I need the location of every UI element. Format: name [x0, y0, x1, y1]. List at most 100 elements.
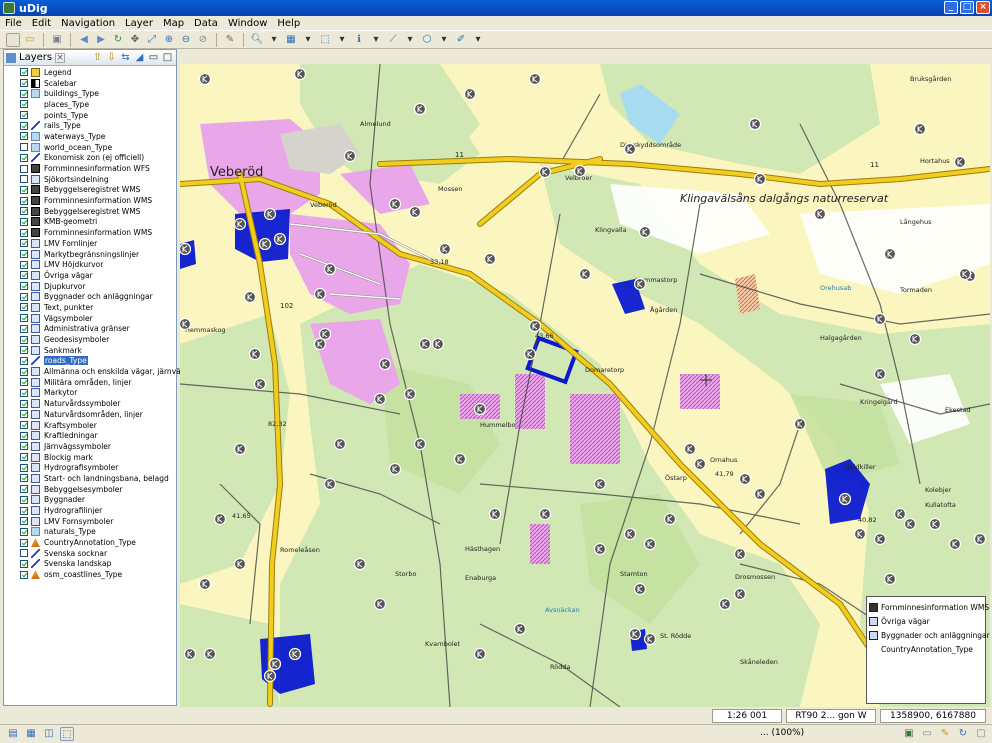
heritage-site-marker-icon[interactable] [408, 205, 422, 219]
heritage-site-marker-icon[interactable] [908, 332, 922, 346]
layer-item[interactable]: Naturvårdsområden, linjer [4, 409, 176, 420]
heritage-site-marker-icon[interactable] [513, 622, 527, 636]
layer-visibility-checkbox[interactable] [20, 474, 28, 483]
heritage-site-marker-icon[interactable] [753, 487, 767, 501]
layer-visibility-checkbox[interactable] [20, 175, 28, 184]
stop-status-icon[interactable]: ▢ [974, 727, 988, 741]
layer-visibility-checkbox[interactable] [20, 132, 28, 141]
heritage-site-marker-icon[interactable] [633, 582, 647, 596]
layer-item[interactable]: Fornminnesinformation WFS [4, 163, 176, 174]
layer-item[interactable]: naturals_Type [4, 527, 176, 538]
heritage-site-marker-icon[interactable] [638, 225, 652, 239]
heritage-site-marker-icon[interactable] [733, 547, 747, 561]
dropdown-arrow-icon[interactable]: ▾ [369, 33, 383, 47]
heritage-site-marker-icon[interactable] [213, 512, 227, 526]
layer-visibility-checkbox[interactable] [20, 335, 28, 344]
layer-item[interactable]: Markytor [4, 388, 176, 399]
layer-visibility-checkbox[interactable] [20, 485, 28, 494]
heritage-site-marker-icon[interactable] [323, 477, 337, 491]
heritage-site-marker-icon[interactable] [288, 647, 302, 661]
layer-visibility-checkbox[interactable] [20, 356, 28, 365]
zoom-in-icon[interactable]: ⊕ [162, 33, 176, 47]
map-icon[interactable]: ▣ [902, 727, 916, 741]
layer-visibility-checkbox[interactable] [20, 239, 28, 248]
layer-item[interactable]: osm_coastlines_Type [4, 569, 176, 580]
layer-item[interactable]: LMV Höjdkurvor [4, 259, 176, 270]
heritage-site-marker-icon[interactable] [538, 507, 552, 521]
heritage-site-marker-icon[interactable] [273, 232, 287, 246]
layer-visibility-checkbox[interactable] [20, 495, 28, 504]
layer-visibility-checkbox[interactable] [20, 303, 28, 312]
heritage-site-marker-icon[interactable] [578, 267, 592, 281]
heritage-site-marker-icon[interactable] [913, 122, 927, 136]
layer-item[interactable]: Byggnader [4, 495, 176, 506]
heritage-site-marker-icon[interactable] [873, 312, 887, 326]
heritage-site-marker-icon[interactable] [318, 327, 332, 341]
heritage-site-marker-icon[interactable] [793, 417, 807, 431]
heritage-site-marker-icon[interactable] [333, 437, 347, 451]
heritage-site-marker-icon[interactable] [893, 507, 907, 521]
map-view[interactable]: Veberöd Klingavälsåns dalgångs naturrese… [180, 64, 990, 707]
menu-help[interactable]: Help [272, 18, 305, 29]
heritage-site-marker-icon[interactable] [643, 537, 657, 551]
view-menu-icon[interactable]: ◢ [134, 51, 145, 64]
heritage-site-marker-icon[interactable] [693, 457, 707, 471]
layer-item[interactable]: world_ocean_Type [4, 142, 176, 153]
heritage-site-marker-icon[interactable] [233, 442, 247, 456]
layer-visibility-checkbox[interactable] [20, 260, 28, 269]
zoom-tool-icon[interactable]: 🔍︎ [250, 33, 264, 47]
layer-visibility-checkbox[interactable] [20, 68, 28, 77]
move-down-icon[interactable]: ⇩ [106, 51, 117, 64]
dropdown-arrow-icon[interactable]: ▾ [335, 33, 349, 47]
perspective-icon[interactable]: ⬚ [60, 727, 74, 741]
layer-item[interactable]: Vägsymboler [4, 313, 176, 324]
layer-item[interactable]: Blockig mark [4, 452, 176, 463]
open-icon[interactable]: ▭ [23, 33, 37, 47]
heritage-site-marker-icon[interactable] [248, 347, 262, 361]
layer-visibility-checkbox[interactable] [20, 527, 28, 536]
heritage-site-marker-icon[interactable] [883, 572, 897, 586]
heritage-site-marker-icon[interactable] [853, 527, 867, 541]
layer-visibility-checkbox[interactable] [20, 453, 28, 462]
layer-item[interactable]: Svenska landskap [4, 559, 176, 570]
layer-item[interactable]: CountryAnnotation_Type [4, 537, 176, 548]
layer-visibility-checkbox[interactable] [20, 410, 28, 419]
layer-item[interactable]: Allmänna och enskilda vägar, järnvägar [4, 366, 193, 377]
layer-item[interactable]: Sankmark [4, 345, 176, 356]
layer-item[interactable]: waterways_Type [4, 131, 176, 142]
layer-item[interactable]: KMB-geometri [4, 217, 176, 228]
maximize-button[interactable]: □ [960, 1, 974, 14]
link-icon[interactable]: ⇆ [120, 51, 131, 64]
heritage-site-marker-icon[interactable] [313, 337, 327, 351]
save-icon[interactable]: ▣ [50, 33, 64, 47]
layer-item[interactable]: Kraftsymboler [4, 420, 176, 431]
layer-visibility-checkbox[interactable] [20, 282, 28, 291]
layer-item[interactable]: Svenska socknar [4, 548, 176, 559]
layer-item[interactable]: Geodesisymboler [4, 334, 176, 345]
heritage-site-marker-icon[interactable] [643, 632, 657, 646]
heritage-site-marker-icon[interactable] [263, 669, 277, 683]
heritage-site-marker-icon[interactable] [633, 277, 647, 291]
heritage-site-marker-icon[interactable] [463, 87, 477, 101]
layer-item[interactable]: roads_Type [4, 356, 176, 367]
close-button[interactable]: × [976, 1, 990, 14]
heritage-site-marker-icon[interactable] [733, 587, 747, 601]
heritage-site-marker-icon[interactable] [813, 207, 827, 221]
layer-item[interactable]: Administrativa gränser [4, 324, 176, 335]
heritage-site-marker-icon[interactable] [948, 537, 962, 551]
heritage-site-marker-icon[interactable] [528, 72, 542, 86]
layer-visibility-checkbox[interactable] [20, 111, 28, 120]
info-icon[interactable]: ℹ [352, 33, 366, 47]
scale-field[interactable]: 1:26 001 [712, 708, 782, 723]
layer-visibility-checkbox[interactable] [20, 538, 28, 547]
maximize-view-icon[interactable]: □ [162, 51, 173, 64]
layer-item[interactable]: rails_Type [4, 120, 176, 131]
layer-visibility-checkbox[interactable] [20, 570, 28, 579]
layer-visibility-checkbox[interactable] [20, 378, 28, 387]
heritage-site-marker-icon[interactable] [738, 472, 752, 486]
zoom-out-icon[interactable]: ⊖ [179, 33, 193, 47]
heritage-site-marker-icon[interactable] [873, 367, 887, 381]
heritage-site-marker-icon[interactable] [180, 242, 192, 256]
heritage-site-marker-icon[interactable] [263, 207, 277, 221]
layer-item[interactable]: buildings_Type [4, 88, 176, 99]
